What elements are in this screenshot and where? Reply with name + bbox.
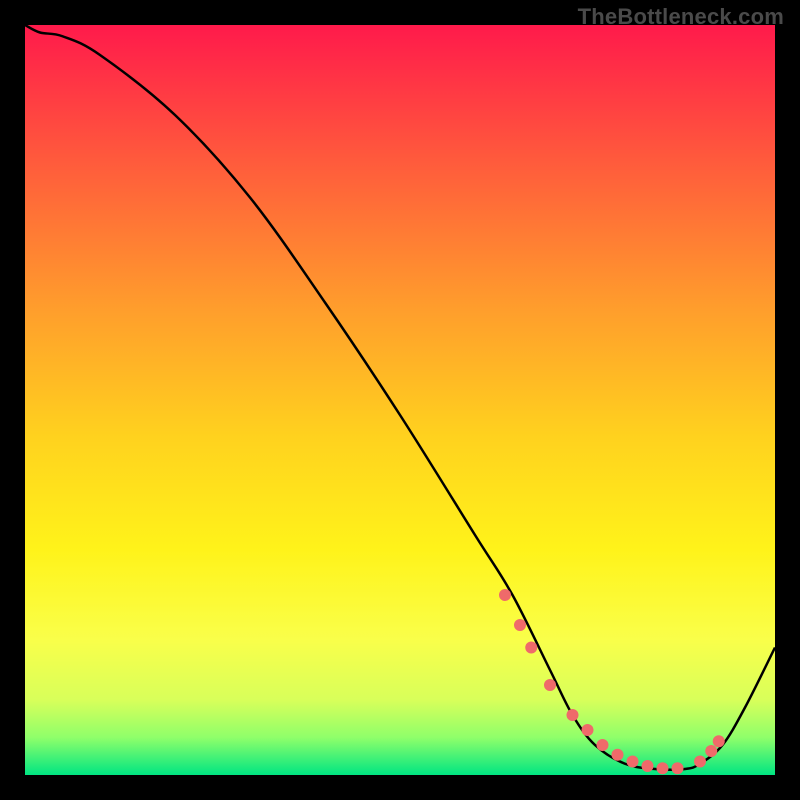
chart-svg — [25, 25, 775, 775]
highlight-dot — [627, 756, 639, 768]
bottleneck-chart: TheBottleneck.com — [0, 0, 800, 800]
highlight-dot — [642, 760, 654, 772]
gradient-background — [25, 25, 775, 775]
highlight-dot — [597, 739, 609, 751]
highlight-dot — [657, 762, 669, 774]
highlight-dot — [713, 735, 725, 747]
highlight-dot — [567, 709, 579, 721]
highlight-dot — [612, 749, 624, 761]
highlight-dot — [672, 762, 684, 774]
highlight-dot — [525, 642, 537, 654]
highlight-dot — [705, 745, 717, 757]
highlight-dot — [499, 589, 511, 601]
plot-area — [25, 25, 775, 775]
highlight-dot — [514, 619, 526, 631]
highlight-dot — [582, 724, 594, 736]
highlight-dot — [544, 679, 556, 691]
highlight-dot — [694, 756, 706, 768]
